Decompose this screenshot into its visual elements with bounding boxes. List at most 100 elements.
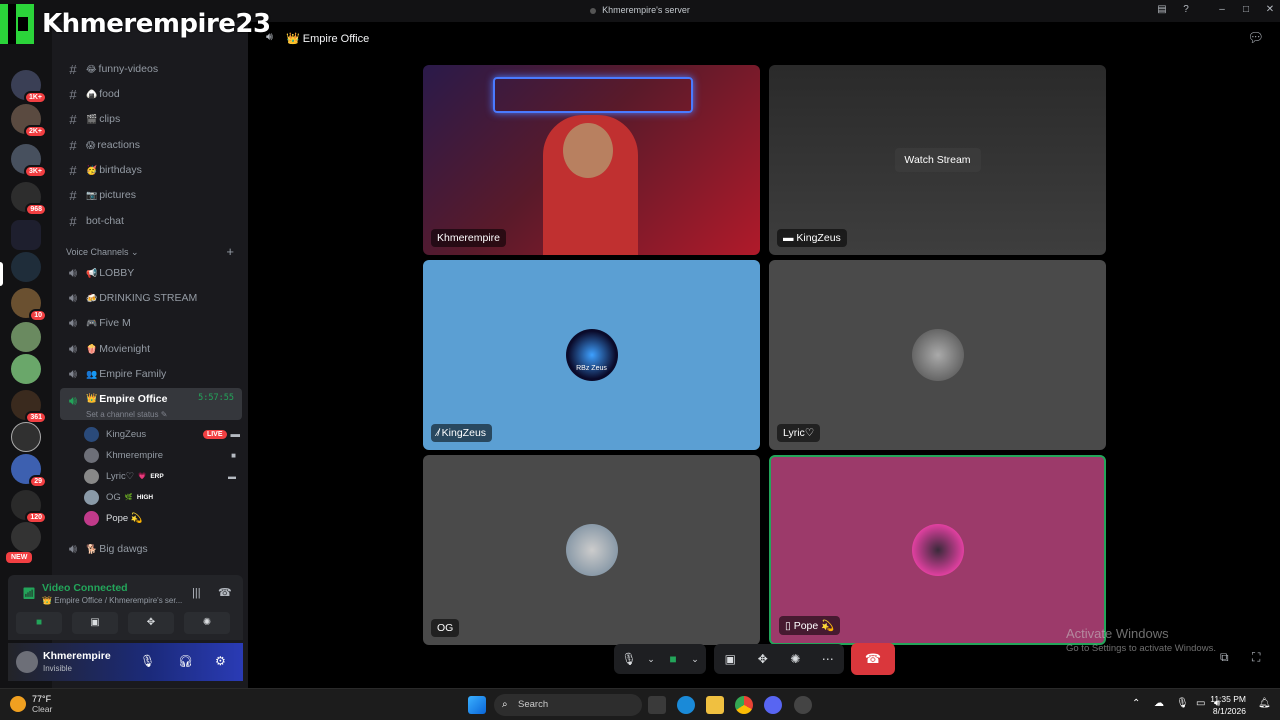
channel-funny-videos[interactable]: # 😂 funny-videos [60,58,242,80]
avatar[interactable] [16,651,38,673]
headphones-icon[interactable]: 🎧︎ [178,654,193,668]
task-view-icon[interactable] [648,696,666,714]
edge-icon[interactable] [677,696,695,714]
channel-birthdays[interactable]: # 🥳 birthdays [60,159,242,181]
text-channel-icon: # [69,86,77,102]
notifications-icon[interactable]: 🔔︎ [1258,698,1271,709]
channel-status[interactable]: Set a channel status ✎ [86,410,167,419]
activities-button[interactable]: ✥ [128,612,174,634]
fullscreen-icon[interactable]: ⛶ [1252,650,1260,665]
settings-gear-icon[interactable]: ⚙ [215,654,226,668]
user-status: Invisible [43,664,72,673]
server-icon[interactable]: 29 [11,454,47,488]
video-tile-khmerempire[interactable]: Khmerempire [423,65,760,255]
channel-clips[interactable]: # 🎬 clips [60,108,242,130]
chrome-icon[interactable] [735,696,753,714]
voice-member-pope[interactable]: Pope 💫 [84,508,240,528]
new-pill[interactable]: NEW [6,552,33,563]
channel-reactions[interactable]: # 😱 reactions [60,134,242,156]
chevron-up-icon[interactable]: ⌃ [1132,698,1140,709]
voice-channel-five-m[interactable]: 🔊︎ 🎮 Five M [60,312,242,334]
close-icon[interactable]: ✕ [1264,4,1276,16]
channel-pictures[interactable]: # 📷 pictures [60,184,242,206]
cloud-icon[interactable]: ☁ [1154,698,1164,709]
voice-channel-drinking-stream[interactable]: 🔊︎ 🍻 DRINKING STREAM [60,287,242,309]
microphone-icon[interactable]: 🎙︎ [614,652,644,666]
voice-channel-empire-office[interactable]: 🔊︎ 👑 Empire Office 5:57:55 Set a channel s… [60,388,242,420]
popout-icon[interactable]: ⧉ [1220,650,1229,665]
soundboard-icon[interactable]: ✺ [780,652,810,666]
server-icon[interactable] [11,322,41,352]
signal-icon[interactable]: 📶︎ [22,587,36,600]
taskbar-search[interactable]: ⌕ Search [494,694,642,716]
network-icon[interactable]: ▭ [1196,698,1205,709]
chevron-down-icon[interactable]: ⌄ [644,654,658,665]
soundboard-button[interactable]: ✺ [184,612,230,634]
folder-icon[interactable] [11,220,41,250]
unread-badge: 29 [29,475,47,488]
activities-icon[interactable]: ✥ [748,652,778,666]
connection-location[interactable]: 👑 Empire Office / Khmerempire's ser... [42,596,182,605]
discord-icon[interactable] [764,696,782,714]
connection-status[interactable]: Video Connected [42,582,128,594]
camera-toggle-button[interactable]: ■ [16,612,62,634]
server-icon[interactable] [11,354,41,384]
leaf-icon: 🌿 [124,494,133,501]
server-icon[interactable]: 361 [11,390,47,424]
help-icon[interactable]: ? [1180,4,1192,16]
watch-stream-button[interactable]: Watch Stream [894,148,981,172]
minimize-icon[interactable]: – [1216,4,1228,16]
voice-channel-big-dawgs[interactable]: 🔊︎ 🐕 Big dawgs [60,538,242,560]
add-channel-icon[interactable]: + [226,244,234,259]
obs-icon[interactable] [794,696,812,714]
voice-member-kingzeus[interactable]: KingZeus LIVE ▬ [84,424,240,444]
inbox-icon[interactable]: ▤ [1156,4,1168,16]
camera-icon[interactable]: ■ [658,652,688,666]
maximize-icon[interactable]: □ [1240,4,1252,16]
username[interactable]: Khmerempire [43,650,111,662]
disconnect-icon[interactable]: ☎ [218,586,232,599]
server-icon[interactable]: 1K+ [11,70,47,104]
microphone-icon[interactable]: 🎙︎ [1176,698,1189,709]
server-icon[interactable]: 3K+ [11,144,47,178]
selected-server-indicator [0,262,3,286]
server-icon[interactable]: 2K+ [11,104,47,138]
voice-channel-lobby[interactable]: 🔊︎ 📢 LOBBY [60,262,242,284]
noise-suppression-icon[interactable]: ||| [192,587,201,599]
video-tile-og[interactable]: OG [423,455,760,645]
voice-member-lyric[interactable]: Lyric♡ 💗 ERP ▬ [84,466,240,486]
chevron-down-icon[interactable]: ⌄ [688,654,702,665]
server-icon[interactable]: 10 [11,288,47,322]
video-tile-pope[interactable]: ▯ Pope 💫 [769,455,1106,645]
server-icon[interactable]: 120 [11,490,47,524]
file-explorer-icon[interactable] [706,696,724,714]
voice-member-og[interactable]: OG 🌿 HIGH [84,487,240,507]
windows-start-icon[interactable] [468,696,486,714]
server-icon[interactable] [11,252,41,282]
channel-bot-chat[interactable]: # bot-chat [60,210,242,232]
chat-icon[interactable]: 💬︎ [1247,30,1264,46]
server-icon[interactable] [11,522,41,552]
end-call-button[interactable]: ☎ [851,643,895,675]
weather-widget[interactable]: 77°F Clear [10,694,52,714]
server-icon[interactable]: 968 [11,182,47,216]
taskbar-clock[interactable]: 11:35 PM 8/1/2026 [1210,693,1246,717]
voice-member-khmerempire[interactable]: Khmerempire ■ [84,445,240,465]
voice-channels-header[interactable]: Voice Channels ⌄ [66,247,139,258]
video-tile-kingzeus[interactable]: RBz Zeus ⁄̸ KingZeus [423,260,760,450]
microphone-icon[interactable]: 🎙︎ [140,654,155,668]
video-tile-kingzeus-stream[interactable]: Watch Stream ▬ KingZeus [769,65,1106,255]
avatar [911,524,964,576]
server-icon[interactable] [11,422,41,452]
channel-food[interactable]: # 🍙 food [60,83,242,105]
screen-share-button[interactable]: ▣ [72,612,118,634]
screen-share-icon[interactable]: ▣ [715,652,745,666]
voice-channel-movienight[interactable]: 🔊︎ 🍿 Movienight [60,338,242,360]
live-badge: LIVE [202,429,227,439]
more-options-icon[interactable]: ⋯ [813,652,843,666]
voice-channel-empire-family[interactable]: 🔊︎ 👥 Empire Family [60,363,242,385]
participant-name: Lyric♡ [777,424,821,442]
video-tile-lyric[interactable]: Lyric♡ [769,260,1106,450]
neon-sign [493,77,693,113]
avatar [84,468,99,484]
